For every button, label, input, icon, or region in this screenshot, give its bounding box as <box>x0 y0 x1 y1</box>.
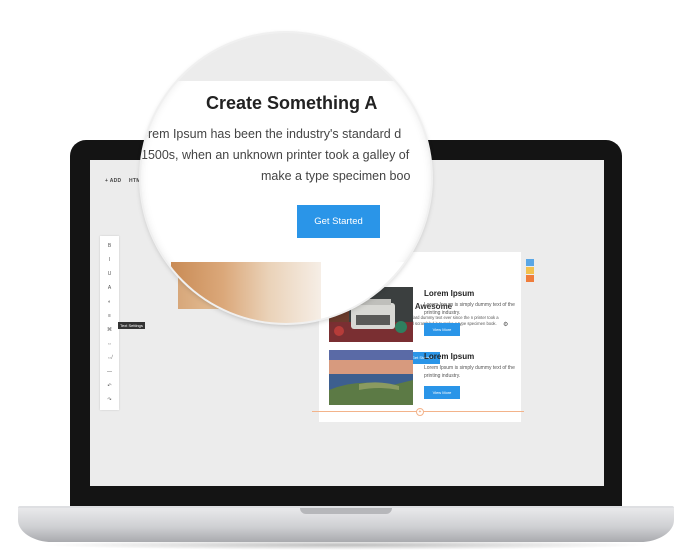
move-badge[interactable] <box>526 267 534 274</box>
card-text: Lorem Ipsum is simply dummy text of the … <box>424 365 515 379</box>
laptop-notch <box>300 508 392 514</box>
text-toolbar: B I U A ◐ ≡ ⌘ ⇔ ⇎ — ↶ ↷ <box>100 236 119 410</box>
magnifier-lens: Create Something A orem Ipsum has been t… <box>141 33 431 323</box>
view-more-button[interactable]: View More <box>424 323 460 336</box>
delete-badge[interactable] <box>526 275 534 282</box>
magnified-hero-title: Create Something A <box>206 93 378 113</box>
divider-icon[interactable]: — <box>100 366 119 378</box>
card-landscape: Lorem Ipsum Lorem Ipsum is simply dummy … <box>329 350 515 408</box>
underline-icon[interactable]: U <box>100 268 119 280</box>
redo-icon[interactable]: ↷ <box>100 394 119 406</box>
add-button[interactable]: + ADD <box>105 178 121 184</box>
undo-icon[interactable]: ↶ <box>100 380 119 392</box>
view-more-button[interactable]: View More <box>424 386 460 399</box>
magnified-white-area <box>321 262 431 323</box>
gear-icon[interactable]: ⚙ <box>503 321 508 328</box>
unlink-icon[interactable]: ⇎ <box>100 352 119 364</box>
tooltip: Text Settings <box>118 322 145 329</box>
coastal-landscape-image <box>329 350 413 405</box>
color-icon[interactable]: ◐ <box>100 296 119 308</box>
magnified-text-line: make a type specimen boo <box>261 169 411 183</box>
align-icon[interactable]: ≡ <box>100 310 119 322</box>
magnified-text-line: orem Ipsum has been the industry's stand… <box>141 127 402 141</box>
text-settings-icon[interactable]: ⌘ <box>100 324 119 336</box>
magnifier-header-area <box>141 33 431 81</box>
add-section-icon[interactable]: + <box>416 408 424 416</box>
magnified-get-started-button[interactable]: Get Started <box>297 205 380 238</box>
italic-icon[interactable]: I <box>100 254 119 266</box>
card-title: Lorem Ipsum <box>424 289 475 298</box>
font-icon[interactable]: A <box>100 282 119 294</box>
magnified-text-line: 1500s, when an unknown printer took a ga… <box>141 148 410 162</box>
card-text: Lorem Ipsum is simply dummy text of the … <box>424 302 515 316</box>
settings-badge[interactable] <box>526 259 534 266</box>
magnified-wood-image <box>171 262 321 323</box>
card-title: Lorem Ipsum <box>424 352 475 361</box>
row-controls <box>526 259 534 283</box>
bold-icon[interactable]: B <box>100 240 119 252</box>
link-icon[interactable]: ⇔ <box>100 338 119 350</box>
